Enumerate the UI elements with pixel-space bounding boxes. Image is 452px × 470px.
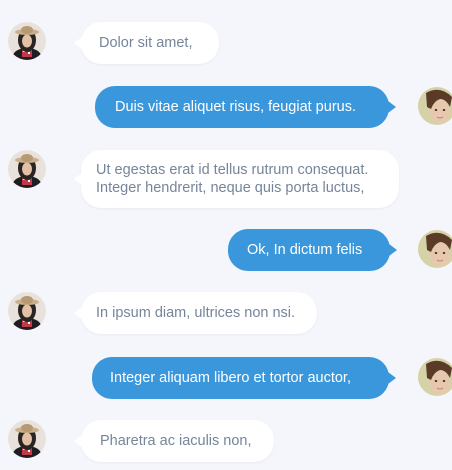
message-bubble: Ok, In dictum felis	[228, 229, 397, 271]
message-bubble: Integer aliquam libero et tortor auctor,	[92, 357, 396, 399]
male-avatar-icon	[418, 87, 452, 125]
chat-message-outgoing: Ok, In dictum felis	[0, 229, 452, 271]
message-text: Pharetra ac iaculis non,	[100, 433, 252, 449]
chat-message-outgoing: Integer aliquam libero et tortor auctor,	[0, 357, 452, 399]
message-text-line: Integer hendrerit, neque quis porta luct…	[96, 180, 365, 196]
message-text: In ipsum diam, ultrices non nsi.	[96, 305, 296, 321]
message-text-line: Ut egestas erat id tellus rutrum consequ…	[96, 162, 369, 178]
message-bubble: Duis vitae aliquet risus, feugiat purus.	[95, 86, 396, 128]
chat-message-incoming: In ipsum diam, ultrices non nsi.	[0, 292, 452, 334]
message-text: Integer aliquam libero et tortor auctor,	[110, 370, 351, 386]
chat-thread: Dolor sit amet, Duis vitae aliquet risus…	[0, 0, 452, 470]
message-text: Duis vitae aliquet risus, feugiat purus.	[115, 99, 356, 115]
message-bubble: In ipsum diam, ultrices non nsi.	[74, 292, 317, 334]
chat-message-incoming: Pharetra ac iaculis non,	[0, 420, 452, 462]
message-text: Ok, In dictum felis	[247, 242, 363, 258]
chat-message-incoming: Ut egestas erat id tellus rutrum consequ…	[0, 150, 452, 208]
message-bubble: Pharetra ac iaculis non,	[74, 420, 274, 462]
chat-message-incoming: Dolor sit amet,	[0, 22, 452, 64]
male-avatar-icon	[418, 230, 452, 268]
female-avatar-icon	[8, 292, 46, 330]
message-bubble: Ut egestas erat id tellus rutrum consequ…	[74, 150, 399, 208]
message-bubble: Dolor sit amet,	[74, 22, 219, 64]
female-avatar-icon	[8, 22, 46, 60]
chat-message-outgoing: Duis vitae aliquet risus, feugiat purus.	[0, 86, 452, 128]
message-text: Dolor sit amet,	[99, 35, 193, 51]
female-avatar-icon	[8, 420, 46, 458]
female-avatar-icon	[8, 150, 46, 188]
male-avatar-icon	[418, 358, 452, 396]
